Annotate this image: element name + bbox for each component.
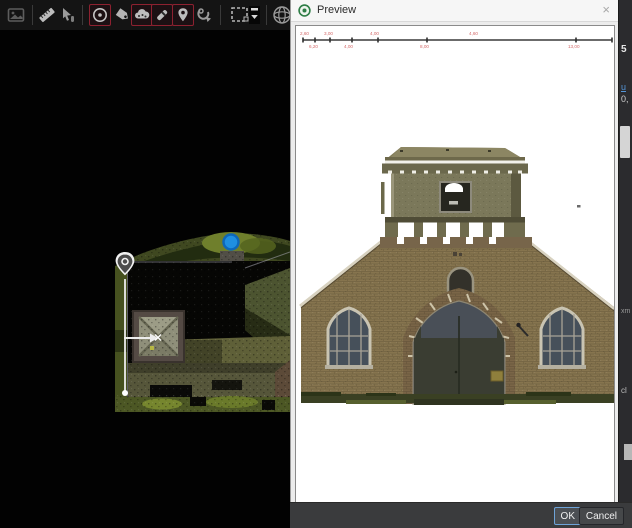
application-window: Preview × 2,603,004,004, [0,0,632,528]
panel-text-fragment: cl [621,386,627,395]
svg-text:4,00: 4,00 [344,44,353,49]
panel-button-edge[interactable] [624,444,632,460]
close-icon[interactable]: × [602,2,610,17]
target-icon [298,4,311,17]
svg-text:3,00: 3,00 [324,31,333,36]
toolbar-separator [266,5,267,25]
preview-dialog: Preview × 2,603,004,004, [290,0,618,528]
church-facade [300,147,614,405]
scan-artifact-dot [577,205,581,208]
measure-ruler: 2,60 3,00 4,00 4,60 6,20 4,00 8,00 13,00 [300,31,612,49]
toolbar-separator [32,5,33,25]
measure-ruler-icon[interactable] [36,4,58,26]
svg-text:8,00: 8,00 [420,44,429,49]
ok-button[interactable]: OK [554,507,582,525]
properties-panel-edge: 5 u 0, xm cl [618,0,632,502]
preview-canvas: 2,60 3,00 4,00 4,60 6,20 4,00 8,00 13,00 [295,25,615,503]
marker-pen-icon[interactable] [151,4,173,26]
location-pin-icon[interactable] [172,4,194,26]
image-icon[interactable] [5,4,27,26]
panel-scrollbar-thumb[interactable] [620,126,630,158]
svg-text:2,60: 2,60 [300,31,309,36]
toolbar-separator [82,5,83,25]
window-select-dropdown-icon[interactable] [248,4,261,26]
toolbar-separator [220,5,221,25]
cancel-button[interactable]: Cancel [579,507,624,525]
pointcloud-top-viewport[interactable] [0,30,290,528]
toolbar [0,0,290,31]
dialog-titlebar[interactable]: Preview × [291,0,618,22]
blue-point-marker[interactable] [224,235,239,250]
dialog-title: Preview [317,4,356,16]
orbit-icon[interactable] [193,4,215,26]
point-cloud-icon[interactable] [131,4,153,26]
pointcloud-top-scene [0,30,290,528]
panel-link-fragment[interactable]: u [621,82,626,92]
measure-endpoint-dot[interactable] [122,390,128,396]
panel-text-fragment: 5 [621,44,627,55]
svg-text:4,00: 4,00 [370,31,379,36]
bell-window [440,182,471,212]
svg-text:6,20: 6,20 [309,44,318,49]
limit-box-icon[interactable] [89,4,111,26]
select-cursor-icon[interactable] [57,4,79,26]
svg-text:13,00: 13,00 [568,44,580,49]
dialog-footer: OK Cancel [290,502,632,528]
svg-text:4,60: 4,60 [469,31,478,36]
plaque [491,371,503,381]
bell-tower [380,147,532,248]
panel-text-fragment: xm [621,308,630,315]
church-elevation-drawing: 2,60 3,00 4,00 4,60 6,20 4,00 8,00 13,00 [296,26,614,502]
panel-value-fragment: 0, [621,94,629,104]
